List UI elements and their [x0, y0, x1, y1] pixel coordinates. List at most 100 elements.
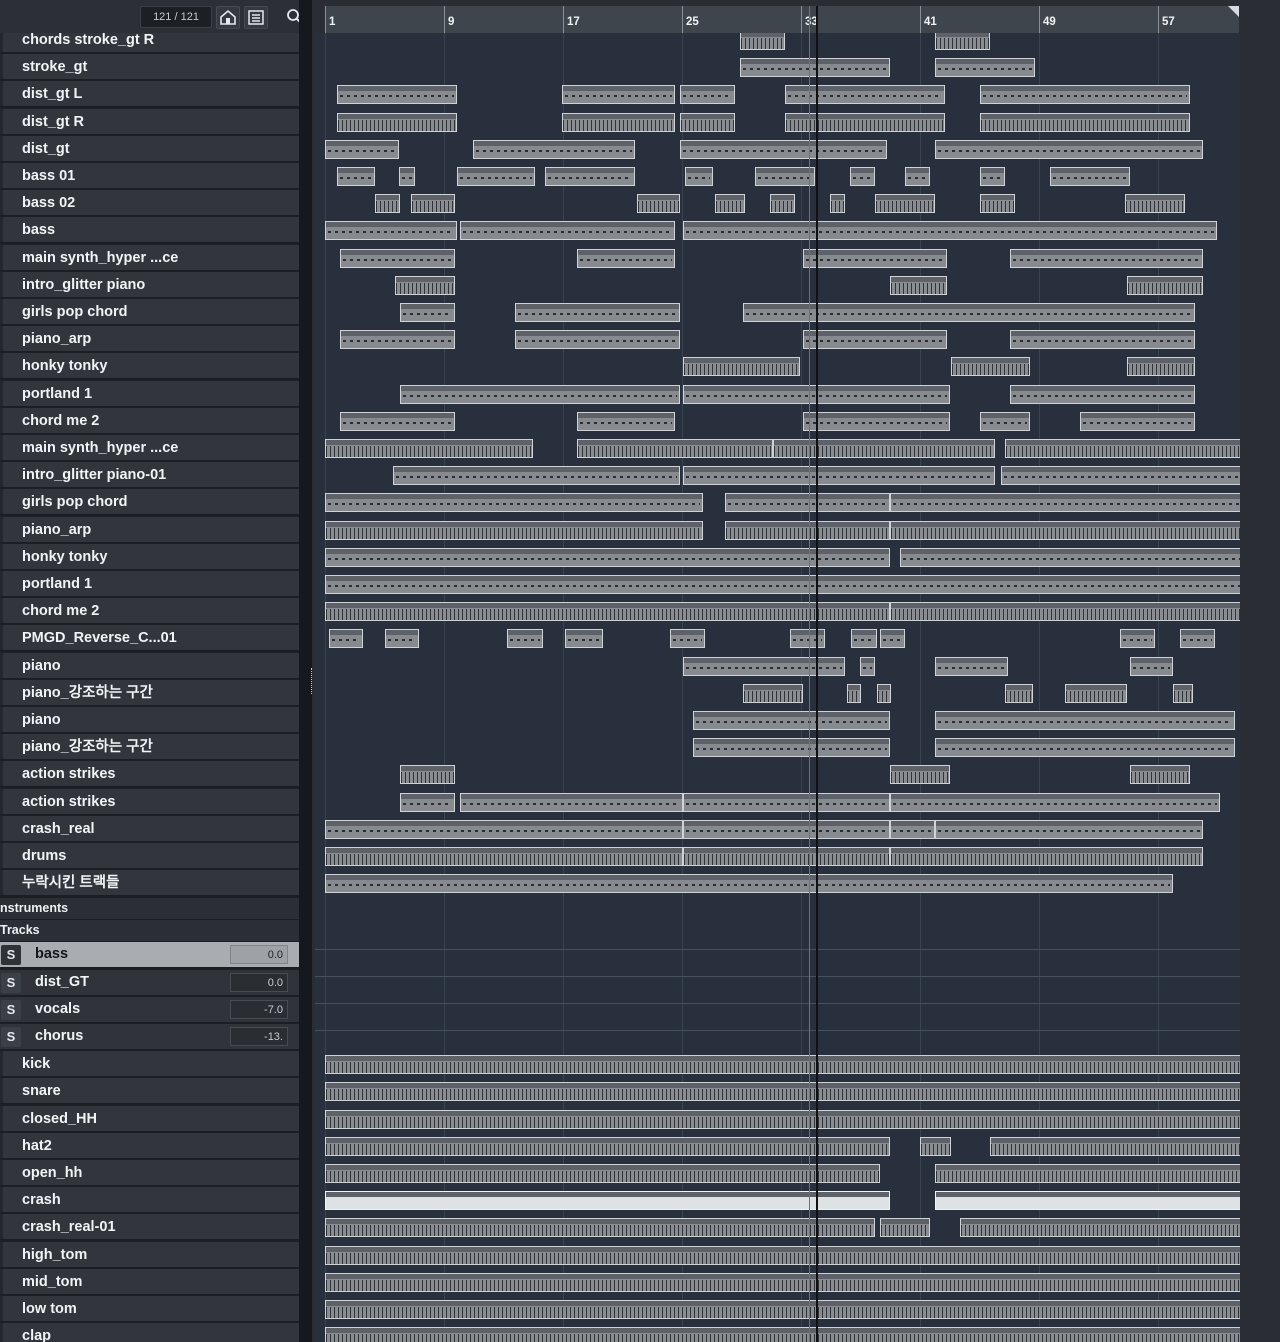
clip[interactable]: [740, 33, 785, 50]
track-row[interactable]: piano: [0, 707, 299, 733]
track-row[interactable]: main synth_hyper ...ce: [0, 244, 299, 271]
clip[interactable]: [773, 439, 995, 458]
track-row[interactable]: bass 02: [0, 190, 299, 217]
clip[interactable]: [1010, 248, 1203, 268]
track-row[interactable]: kick: [0, 1051, 299, 1078]
clip[interactable]: [1127, 357, 1195, 377]
clip[interactable]: [1080, 411, 1195, 431]
clip[interactable]: [803, 248, 947, 268]
track-row[interactable]: chord me 2: [0, 407, 299, 434]
clip[interactable]: [880, 1218, 930, 1238]
clip[interactable]: [577, 439, 773, 458]
clip[interactable]: [325, 1272, 1245, 1292]
clip[interactable]: [877, 683, 891, 703]
track-row[interactable]: chord me 2: [0, 598, 299, 625]
clip[interactable]: [325, 1109, 1245, 1129]
clip[interactable]: [325, 547, 890, 567]
clip[interactable]: [770, 194, 795, 214]
group-track-row[interactable]: Sdist_GT 0.0: [0, 969, 299, 996]
clip[interactable]: [693, 711, 890, 730]
clip[interactable]: [680, 139, 887, 159]
solo-button[interactable]: S: [1, 945, 21, 966]
clip[interactable]: [337, 85, 457, 105]
clip[interactable]: [803, 411, 950, 431]
group-track-row[interactable]: Schorus -13.: [0, 1024, 299, 1050]
track-row[interactable]: stroke_gt: [0, 54, 299, 81]
clip[interactable]: [725, 520, 890, 540]
clip[interactable]: [1127, 275, 1203, 295]
clip[interactable]: [325, 1136, 890, 1156]
clip[interactable]: [935, 1191, 1245, 1211]
track-row[interactable]: crash_real-01: [0, 1214, 299, 1241]
clip[interactable]: [565, 629, 603, 649]
track-row[interactable]: honky tonky: [0, 543, 299, 570]
clip[interactable]: [325, 819, 683, 839]
clip[interactable]: [325, 1327, 1245, 1342]
clip[interactable]: [577, 248, 675, 268]
clip[interactable]: [325, 221, 457, 241]
clip[interactable]: [325, 874, 1173, 894]
clip[interactable]: [880, 629, 905, 649]
clip[interactable]: [951, 357, 1030, 377]
clip[interactable]: [325, 1082, 1245, 1102]
clip[interactable]: [990, 1136, 1245, 1156]
clip[interactable]: [755, 167, 815, 186]
volume-field[interactable]: 0.0: [230, 972, 288, 992]
clip[interactable]: [562, 112, 675, 132]
track-row[interactable]: 누락시킨 트랙들: [0, 870, 299, 897]
track-row[interactable]: chords stroke_gt R: [0, 33, 299, 53]
track-row[interactable]: drums: [0, 843, 299, 869]
clip[interactable]: [393, 466, 680, 486]
clip[interactable]: [1005, 439, 1243, 458]
clip[interactable]: [980, 411, 1030, 431]
clip[interactable]: [515, 330, 680, 350]
folder-instruments[interactable]: nstruments: [0, 898, 299, 921]
clip[interactable]: [473, 139, 635, 159]
clip[interactable]: [851, 629, 877, 649]
clip[interactable]: [460, 221, 675, 241]
clip[interactable]: [460, 792, 683, 812]
clip[interactable]: [743, 683, 803, 703]
track-row[interactable]: closed_HH: [0, 1105, 299, 1132]
clip[interactable]: [680, 112, 735, 132]
clip[interactable]: [1001, 466, 1263, 486]
clip[interactable]: [340, 248, 455, 268]
track-row[interactable]: mid_tom: [0, 1268, 299, 1295]
clip[interactable]: [890, 765, 950, 785]
clip[interactable]: [1010, 330, 1195, 350]
clip[interactable]: [515, 303, 680, 322]
clip[interactable]: [683, 221, 1217, 241]
track-row[interactable]: snare: [0, 1078, 299, 1105]
clip[interactable]: [683, 466, 995, 486]
clip[interactable]: [890, 493, 1243, 513]
clip[interactable]: [935, 33, 990, 50]
clip[interactable]: [980, 112, 1190, 132]
track-row[interactable]: clap: [0, 1323, 299, 1342]
clip[interactable]: [680, 85, 735, 105]
track-row[interactable]: dist_gt R: [0, 108, 299, 135]
track-row[interactable]: intro_glitter piano: [0, 271, 299, 298]
track-row[interactable]: portland 1: [0, 380, 299, 407]
clip[interactable]: [637, 194, 680, 214]
clip[interactable]: [329, 629, 363, 649]
clip[interactable]: [457, 167, 535, 186]
volume-field[interactable]: -13.: [230, 1027, 288, 1046]
clip[interactable]: [545, 167, 635, 186]
clip[interactable]: [325, 575, 1243, 594]
clip[interactable]: [325, 847, 683, 866]
clip[interactable]: [683, 819, 890, 839]
track-row[interactable]: low tom: [0, 1296, 299, 1322]
track-row[interactable]: hat2: [0, 1132, 299, 1159]
home-button[interactable]: [216, 6, 240, 29]
clip[interactable]: [1065, 683, 1127, 703]
track-row[interactable]: crash_real: [0, 815, 299, 842]
track-row[interactable]: main synth_hyper ...ce: [0, 435, 299, 461]
clip[interactable]: [325, 1218, 875, 1238]
arrange-view[interactable]: [315, 33, 1280, 1342]
clip[interactable]: [683, 792, 890, 812]
track-row[interactable]: action strikes: [0, 761, 299, 788]
clip[interactable]: [890, 847, 1203, 866]
clip[interactable]: [325, 602, 890, 622]
clip[interactable]: [935, 711, 1235, 730]
clip[interactable]: [1125, 194, 1185, 214]
